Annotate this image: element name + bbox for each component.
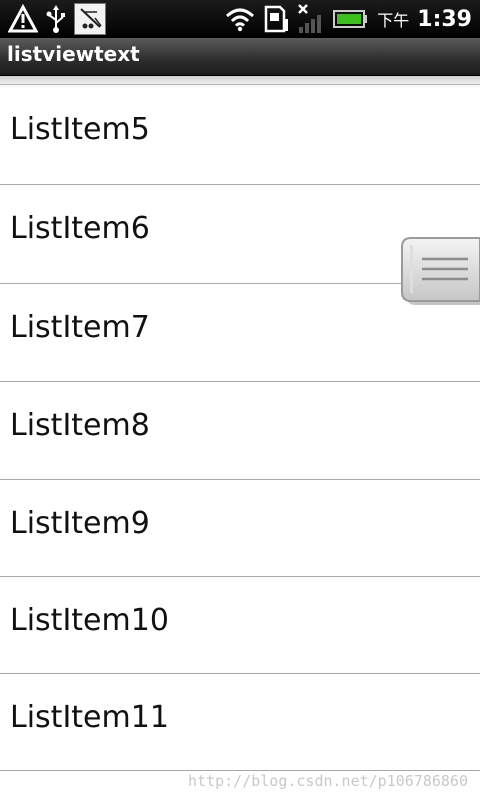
title-bar: listviewtext <box>0 38 480 76</box>
list-item[interactable]: ListItem11 <box>0 674 480 771</box>
list-item-label: ListItem6 <box>10 211 150 246</box>
list-view[interactable]: ListItem5 ListItem6 ListItem7 ListItem8 … <box>0 76 480 800</box>
list-item-label: ListItem10 <box>10 603 169 638</box>
list-item-label: ListItem9 <box>10 506 150 541</box>
fast-scroll-thumb-icon <box>401 237 480 305</box>
list-item-label: ListItem11 <box>10 700 169 735</box>
list-divider <box>0 770 480 771</box>
list-item[interactable]: ListItem5 <box>0 86 480 183</box>
signal-icon <box>297 3 325 35</box>
list-item[interactable]: ListItem9 <box>0 480 480 577</box>
wifi-icon <box>225 6 255 32</box>
list-divider <box>0 84 480 85</box>
list-item-label: ListItem5 <box>10 112 150 147</box>
app-title: listviewtext <box>7 42 140 66</box>
battery-icon <box>333 9 369 29</box>
fast-scroll-thumb[interactable] <box>398 235 480 311</box>
alert-icon <box>8 4 38 34</box>
watermark: http://blog.csdn.net/p106786860 <box>188 772 468 790</box>
list-item-label: ListItem8 <box>10 408 150 443</box>
status-time: 1:39 <box>417 6 472 32</box>
status-bar: 下午 1:39 <box>0 0 480 38</box>
sim-icon <box>263 5 289 33</box>
debug-icon <box>74 3 106 35</box>
usb-icon <box>44 4 68 34</box>
list-item[interactable]: ListItem8 <box>0 382 480 479</box>
status-ampm: 下午 <box>377 11 410 30</box>
list-item-label: ListItem7 <box>10 310 150 345</box>
list-item[interactable]: ListItem10 <box>0 577 480 674</box>
